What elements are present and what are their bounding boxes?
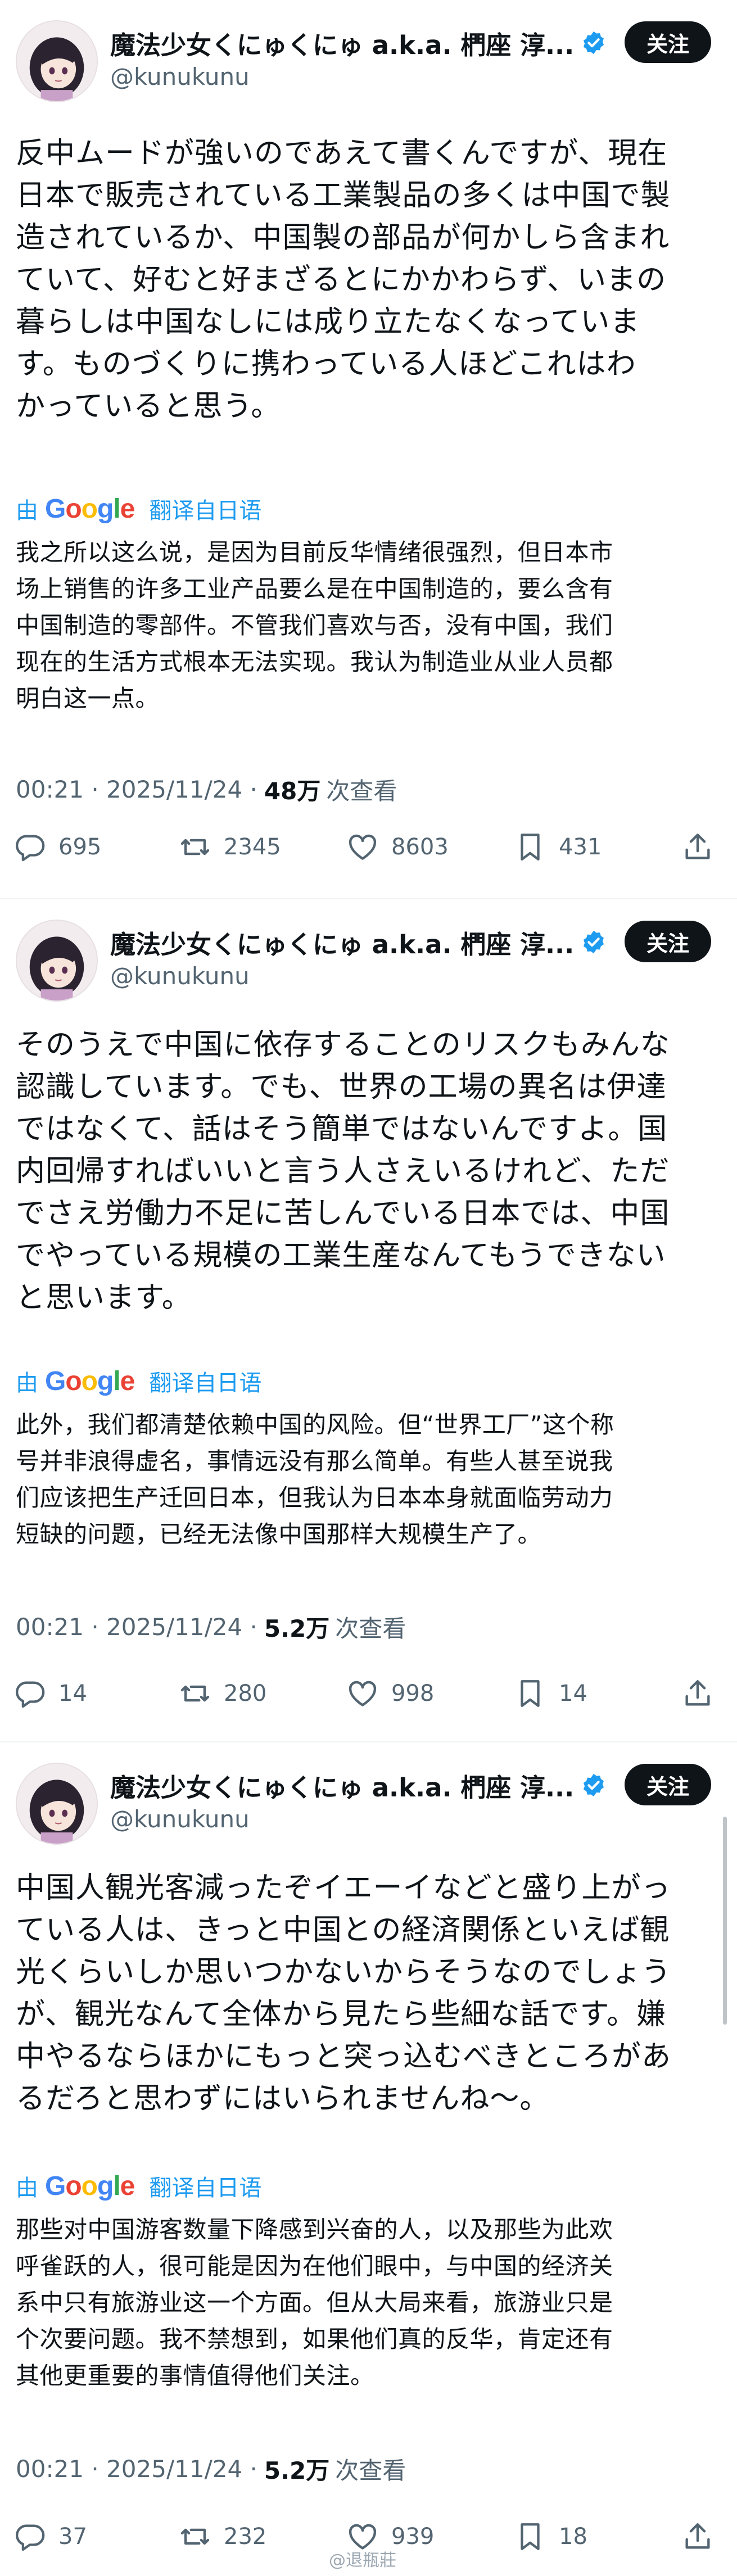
- share-button[interactable]: [681, 2520, 726, 2553]
- bookmark-button[interactable]: 431: [514, 831, 602, 863]
- scrollbar[interactable]: [723, 1817, 727, 2025]
- google-logo: Google: [45, 494, 135, 524]
- bookmark-icon: [521, 834, 540, 861]
- verified-badge-icon: [584, 1773, 604, 1797]
- translation-header: 由 Google 翻译自日语: [16, 2170, 261, 2202]
- tweet-timestamp[interactable]: 00:21 · 2025/11/24 ·: [16, 1613, 257, 1641]
- tweet-timestamp[interactable]: 00:21 · 2025/11/24 ·: [16, 776, 257, 803]
- translation-text: 此外，我们都清楚依赖中国的风险。但“世界工厂”这个称 号并非浪得虚名，事情远没有…: [16, 1411, 614, 1548]
- retweet-button[interactable]: 232: [179, 2520, 266, 2553]
- reply-button[interactable]: 695: [13, 831, 101, 863]
- tweet-meta: 00:21 · 2025/11/24 · 5.2万 次查看: [16, 1610, 406, 1644]
- like-button[interactable]: 998: [346, 1677, 434, 1710]
- like-count: 939: [391, 2524, 435, 2550]
- translate-by: 由: [16, 498, 38, 524]
- watermark: @退瓶莊: [329, 2551, 396, 2570]
- views-label: 次查看: [335, 2457, 406, 2484]
- share-icon: [685, 2523, 710, 2549]
- tweet-text: 反中ムードが強いのであえて書くんですが、現在 日本で販売されている工業製品の多く…: [16, 137, 671, 423]
- views-count: 48万: [264, 777, 321, 805]
- views-count: 5.2万: [264, 2457, 330, 2484]
- avatar[interactable]: [16, 20, 98, 102]
- bookmark-icon: [521, 2523, 540, 2550]
- translate-by: 由: [16, 1370, 38, 1396]
- reply-button[interactable]: 14: [13, 1677, 87, 1710]
- bookmark-count: 14: [559, 1681, 587, 1706]
- retweet-count: 2345: [224, 834, 281, 860]
- tweet: 魔法少女くにゅくにゅ a.k.a. 椚座 淳... @kunukunu 关注 反…: [0, 0, 737, 899]
- reply-count: 14: [58, 1681, 87, 1706]
- retweet-icon: [180, 839, 210, 855]
- share-icon: [685, 1680, 710, 1706]
- like-icon: [349, 1681, 377, 1706]
- avatar-image: [17, 921, 97, 1000]
- avatar-image: [17, 21, 97, 101]
- verified-badge-icon: [584, 31, 604, 55]
- translation-header: 由 Google 翻译自日语: [16, 492, 261, 525]
- avatar[interactable]: [16, 1763, 98, 1845]
- reply-icon: [15, 2524, 45, 2551]
- share-icon: [685, 834, 710, 859]
- views-label: 次查看: [326, 777, 397, 805]
- like-count: 998: [391, 1681, 435, 1706]
- tweet: 魔法少女くにゅくにゅ a.k.a. 椚座 淳... @kunukunu 关注 そ…: [0, 899, 737, 1742]
- follow-button[interactable]: 关注: [625, 1764, 711, 1805]
- tweet-text: 中国人観光客減ったぞイエーイなどと盛り上がっ ている人は、きっと中国との経済関係…: [16, 1871, 672, 2116]
- reply-icon: [15, 1681, 45, 1708]
- share-button[interactable]: [681, 831, 726, 863]
- views-label: 次查看: [335, 1615, 406, 1642]
- reply-icon: [15, 835, 45, 862]
- author-name[interactable]: 魔法少女くにゅくにゅ a.k.a. 椚座 淳...: [110, 25, 574, 61]
- bookmark-count: 431: [559, 834, 602, 860]
- retweet-button[interactable]: 280: [179, 1677, 266, 1710]
- author-name[interactable]: 魔法少女くにゅくにゅ a.k.a. 椚座 淳...: [110, 924, 574, 961]
- like-button[interactable]: 8603: [346, 831, 449, 863]
- author-name-row: 魔法少女くにゅくにゅ a.k.a. 椚座 淳...: [110, 25, 607, 61]
- avatar-image: [17, 1764, 97, 1844]
- like-count: 8603: [391, 834, 449, 860]
- author-handle[interactable]: @kunukunu: [110, 962, 250, 990]
- tweet-meta: 00:21 · 2025/11/24 · 48万 次查看: [16, 772, 397, 807]
- translated-from-label[interactable]: 翻译自日语: [149, 1365, 261, 1397]
- tweet-timestamp[interactable]: 00:21 · 2025/11/24 ·: [16, 2455, 257, 2483]
- tweet-text: そのうえで中国に依存することのリスクもみんな 認識しています。でも、世界の工場の…: [16, 1028, 670, 1315]
- bookmark-button[interactable]: 14: [514, 1677, 587, 1710]
- retweet-count: 280: [224, 1681, 267, 1706]
- google-logo: Google: [45, 1366, 135, 1396]
- bookmark-icon: [521, 1680, 540, 1707]
- like-icon: [349, 834, 377, 860]
- translation-text: 我之所以这么说，是因为目前反华情绪很强烈，但日本市 场上销售的许多工业产品要么是…: [16, 538, 613, 712]
- avatar[interactable]: [16, 920, 98, 1002]
- retweet-icon: [180, 2528, 210, 2545]
- translation-header: 由 Google 翻译自日语: [16, 1365, 261, 1397]
- retweet-icon: [180, 1685, 210, 1702]
- tweet: 魔法少女くにゅくにゅ a.k.a. 椚座 淳... @kunukunu 关注 中…: [0, 1742, 737, 2576]
- reply-count: 695: [58, 834, 102, 860]
- action-bar: 695 2345 8603 431: [0, 831, 737, 870]
- author-handle[interactable]: @kunukunu: [110, 63, 250, 90]
- verified-badge-icon: [584, 930, 604, 954]
- tweet-meta: 00:21 · 2025/11/24 · 5.2万 次查看: [16, 2452, 406, 2486]
- translate-by: 由: [16, 2175, 38, 2201]
- translation-text: 那些对中国游客数量下降感到兴奋的人，以及那些为此欢 呼雀跃的人，很可能是因为在他…: [16, 2216, 613, 2389]
- follow-button[interactable]: 关注: [625, 21, 711, 63]
- translated-from-label[interactable]: 翻译自日语: [149, 2170, 261, 2202]
- translated-from-label[interactable]: 翻译自日语: [149, 492, 261, 525]
- author-name-row: 魔法少女くにゅくにゅ a.k.a. 椚座 淳...: [110, 924, 607, 961]
- reply-button[interactable]: 37: [13, 2520, 87, 2553]
- author-name[interactable]: 魔法少女くにゅくにゅ a.k.a. 椚座 淳...: [110, 1767, 574, 1804]
- views-count: 5.2万: [264, 1615, 330, 1642]
- share-button[interactable]: [681, 1677, 726, 1710]
- retweet-count: 232: [224, 2524, 267, 2550]
- bookmark-button[interactable]: 18: [514, 2520, 587, 2553]
- retweet-button[interactable]: 2345: [179, 831, 281, 863]
- action-bar: 14 280 998 14: [0, 1677, 737, 1717]
- author-handle[interactable]: @kunukunu: [110, 1805, 250, 1833]
- author-name-row: 魔法少女くにゅくにゅ a.k.a. 椚座 淳...: [110, 1767, 607, 1804]
- reply-count: 37: [58, 2524, 87, 2550]
- google-logo: Google: [45, 2171, 135, 2201]
- follow-button[interactable]: 关注: [625, 921, 711, 962]
- bookmark-count: 18: [559, 2524, 587, 2550]
